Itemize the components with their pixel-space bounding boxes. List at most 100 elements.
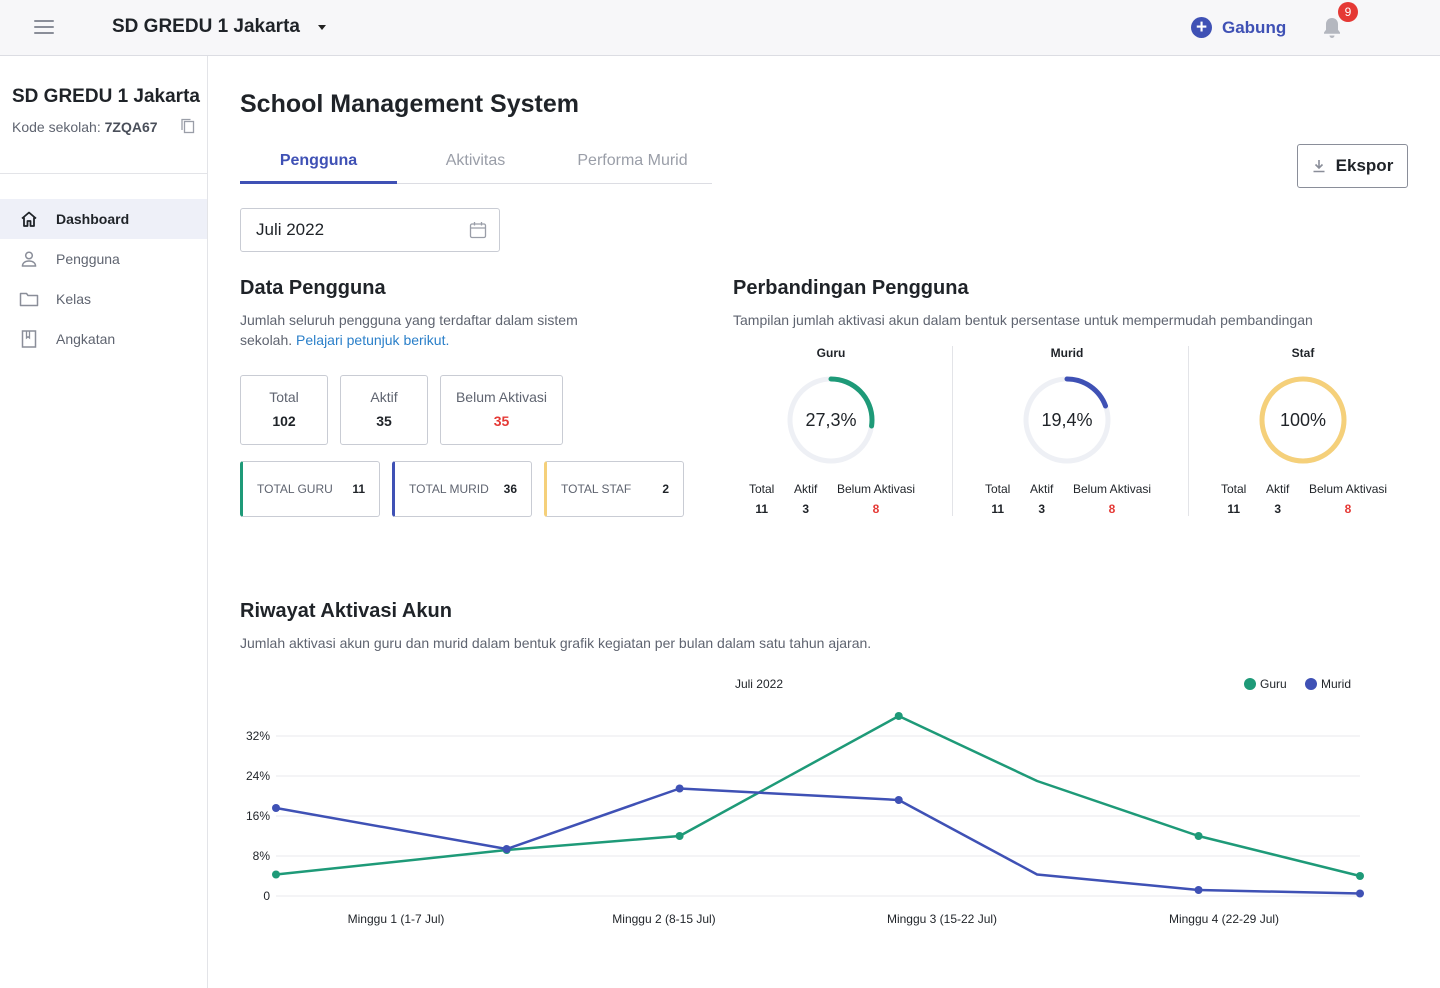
- sidebar-item-label: Pengguna: [56, 251, 120, 267]
- stat-label: Total: [269, 389, 299, 405]
- join-label: Gabung: [1222, 17, 1287, 37]
- school-code-label: Kode sekolah:: [12, 119, 105, 135]
- join-button[interactable]: + Gabung: [1191, 17, 1286, 38]
- plus-circle-icon: +: [1191, 17, 1212, 38]
- folder-icon: [18, 288, 40, 310]
- donut-stat-aktif: Aktif 3: [1266, 482, 1289, 516]
- chart-title: Juli 2022: [735, 677, 783, 691]
- donut-stat-value: 11: [1227, 502, 1241, 516]
- top-bar: SD GREDU 1 Jakarta + Gabung 9: [0, 0, 1440, 56]
- calendar-icon: [469, 222, 487, 239]
- help-link[interactable]: Pelajari petunjuk berikut.: [296, 332, 449, 348]
- sidebar-nav: Dashboard Pengguna Kelas Angkatan: [0, 199, 207, 359]
- donut-stat-total: Total 11: [985, 482, 1010, 516]
- legend-label: Murid: [1321, 677, 1351, 691]
- tab-performa-murid[interactable]: Performa Murid: [554, 146, 711, 183]
- donut-guru: Guru 27,3% Total 11 Aktif 3 Belum Aktivasi…: [741, 346, 921, 520]
- donut-stat-label: Total: [985, 482, 1011, 496]
- export-label: Ekspor: [1335, 156, 1394, 175]
- data-point-guru: [272, 870, 280, 879]
- tab-aktivitas[interactable]: Aktivitas: [397, 146, 554, 183]
- y-tick-label: 32%: [246, 729, 270, 743]
- export-button[interactable]: Ekspor: [1297, 144, 1408, 188]
- riwayat-title: Riwayat Aktivasi Akun: [240, 600, 452, 622]
- tab-pengguna[interactable]: Pengguna: [240, 146, 397, 184]
- role-card-label: TOTAL GURU: [257, 482, 333, 496]
- role-card-murid: TOTAL MURID 36: [392, 461, 532, 517]
- donut-stat-belum: Belum Aktivasi 8: [1309, 482, 1387, 516]
- data-point-guru: [1194, 832, 1203, 840]
- school-code-value: 7ZQA67: [104, 119, 158, 135]
- month-picker[interactable]: Juli 2022: [240, 208, 500, 252]
- stat-value: 102: [272, 413, 296, 429]
- donut-stat-aktif: Aktif 3: [1030, 482, 1053, 516]
- role-card-label: TOTAL STAF: [561, 482, 632, 496]
- user-icon: [18, 248, 40, 270]
- school-code: Kode sekolah: 7ZQA67: [12, 119, 158, 135]
- sidebar-item-dashboard[interactable]: Dashboard: [0, 199, 207, 239]
- donut-stat-label: Aktif: [1030, 482, 1054, 496]
- donut-stat-label: Belum Aktivasi: [837, 482, 916, 496]
- donut-stat-value: 3: [802, 502, 810, 516]
- role-card-label: TOTAL MURID: [409, 482, 489, 496]
- donut-stat-label: Total: [749, 482, 775, 496]
- sidebar-item-label: Kelas: [56, 291, 92, 307]
- donut-stat-label: Total: [1221, 482, 1247, 496]
- donut-stat-belum: Belum Aktivasi 8: [837, 482, 915, 516]
- x-tick-label: Minggu 2 (8-15 Jul): [612, 912, 715, 926]
- copy-icon[interactable]: [180, 117, 196, 135]
- data-point-murid: [894, 796, 903, 804]
- donut-role-label: Guru: [816, 346, 846, 360]
- sidebar-item-pengguna[interactable]: Pengguna: [0, 239, 207, 279]
- y-tick-label: 24%: [246, 769, 270, 783]
- stat-total: Total 102: [240, 375, 328, 445]
- legend-label: Guru: [1260, 677, 1287, 691]
- y-tick-label: 0: [263, 889, 270, 903]
- donut-stat-total: Total 11: [749, 482, 774, 516]
- x-tick-label: Minggu 3 (15-22 Jul): [887, 912, 997, 926]
- data-point-murid: [502, 845, 511, 853]
- donut-stat-value: 11: [991, 502, 1005, 516]
- data-point-guru: [1356, 872, 1364, 880]
- x-tick-label: Minggu 1 (1-7 Jul): [348, 912, 445, 926]
- data-point-murid: [1194, 886, 1203, 894]
- stat-belum-aktivasi: Belum Aktivasi 35: [440, 375, 563, 445]
- donut-stat-value: 3: [1038, 502, 1046, 516]
- role-card-guru: TOTAL GURU 11: [240, 461, 380, 517]
- line-chart-svg: 0 8% 16% 24% 32% Minggu 1 (1-7 Jul) Minggu 2 (…: [246, 677, 1364, 926]
- column-divider: [1188, 346, 1189, 516]
- donut-stat-value: 8: [872, 502, 880, 516]
- donut-percent: 27,3%: [805, 410, 857, 430]
- page-title: School Management System: [240, 90, 579, 118]
- bell-icon[interactable]: [1321, 16, 1343, 40]
- role-card-staf: TOTAL STAF 2: [544, 461, 684, 517]
- sidebar: SD GREDU 1 Jakarta Kode sekolah: 7ZQA67 …: [0, 56, 208, 988]
- donut-role-label: Murid: [1050, 346, 1084, 360]
- school-switcher[interactable]: SD GREDU 1 Jakarta: [112, 16, 326, 38]
- book-icon: [18, 328, 40, 350]
- donut-role-label: Staf: [1291, 346, 1315, 360]
- data-pengguna-title: Data Pengguna: [240, 277, 386, 299]
- data-point-murid: [675, 784, 684, 793]
- donut-stat-total: Total 11: [1221, 482, 1246, 516]
- data-point-murid: [1356, 889, 1364, 898]
- download-icon: [1313, 160, 1325, 173]
- y-tick-label: 8%: [253, 849, 271, 863]
- stat-aktif: Aktif 35: [340, 375, 428, 445]
- caret-down-icon: [317, 24, 326, 30]
- sidebar-item-label: Angkatan: [56, 331, 116, 347]
- donut-stat-label: Belum Aktivasi: [1309, 482, 1388, 496]
- sidebar-item-angkatan[interactable]: Angkatan: [0, 319, 207, 359]
- perbandingan-title: Perbandingan Pengguna: [733, 277, 969, 299]
- menu-icon[interactable]: [34, 20, 54, 36]
- donut-percent: 100%: [1279, 410, 1327, 430]
- activation-line-chart: 0 8% 16% 24% 32% Minggu 1 (1-7 Jul) Minggu 2 (…: [240, 666, 1420, 988]
- stat-label: Aktif: [370, 389, 398, 405]
- home-icon: [18, 208, 40, 230]
- sidebar-school-name: SD GREDU 1 Jakarta: [12, 86, 200, 107]
- donut-stat-label: Aktif: [794, 482, 818, 496]
- sidebar-item-label: Dashboard: [56, 211, 130, 227]
- legend-marker: [1305, 678, 1317, 690]
- donut-stat-label: Aktif: [1266, 482, 1290, 496]
- sidebar-item-kelas[interactable]: Kelas: [0, 279, 207, 319]
